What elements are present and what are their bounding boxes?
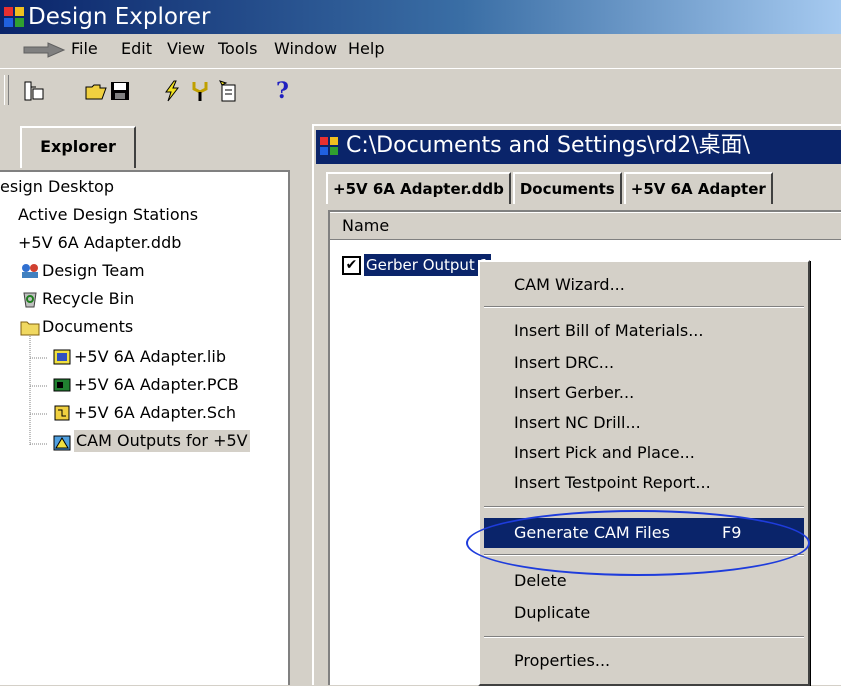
tree-item-documents[interactable]: Documents — [42, 316, 133, 338]
menu-bar: File Edit View Tools Window Help — [0, 34, 841, 64]
document-title-bar: C:\Documents and Settings\rd2\桌面\ — [316, 130, 841, 164]
context-menu: CAM Wizard... Insert Bill of Materials..… — [478, 260, 810, 686]
tree-item-pcb[interactable]: +5V 6A Adapter.PCB — [74, 374, 239, 396]
menu-item-label: Insert DRC... — [514, 353, 615, 372]
menu-tools[interactable]: Tools — [218, 39, 257, 59]
explorer-panel: Explorer esign Desktop Active Design Sta… — [0, 124, 300, 685]
menu-file[interactable]: File — [71, 39, 98, 59]
explorer-tree[interactable]: esign Desktop Active Design Stations +5V… — [0, 170, 290, 685]
schematic-icon — [54, 405, 70, 421]
menu-item-label: Insert Bill of Materials... — [514, 321, 704, 340]
column-header-name[interactable]: Name — [330, 212, 841, 240]
menu-item-properties[interactable]: Properties... — [484, 646, 804, 676]
menu-separator — [484, 506, 804, 508]
column-header-label: Name — [342, 216, 390, 235]
save-disk-icon[interactable] — [108, 79, 132, 103]
list-item-label: Gerber Output 1 — [364, 254, 492, 276]
menu-item-insert-nc-drill[interactable]: Insert NC Drill... — [484, 408, 804, 438]
menu-separator — [484, 306, 804, 308]
menu-item-label: Insert NC Drill... — [514, 413, 641, 432]
tree-item-design-desktop[interactable]: esign Desktop — [0, 176, 114, 198]
tree-item-label: Active Design Stations — [18, 205, 199, 224]
tree-item-design-team[interactable]: Design Team — [42, 260, 145, 282]
tree-item-label: +5V 6A Adapter.Sch — [74, 403, 237, 422]
tree-item-recycle-bin[interactable]: Recycle Bin — [42, 288, 134, 310]
menu-help[interactable]: Help — [348, 39, 384, 59]
toolbar: ? — [0, 68, 841, 117]
menu-item-label: Insert Gerber... — [514, 383, 635, 402]
menu-file-label: File — [71, 39, 98, 58]
tools-fork-icon[interactable] — [188, 79, 212, 103]
menu-item-label: Insert Pick and Place... — [514, 443, 695, 462]
menu-item-insert-drc[interactable]: Insert DRC... — [484, 348, 804, 378]
title-bar: Design Explorer — [0, 0, 841, 34]
menu-window-label: Window — [274, 39, 338, 58]
back-arrow-icon[interactable] — [22, 42, 66, 58]
tree-item-lib[interactable]: +5V 6A Adapter.lib — [74, 346, 226, 368]
menu-item-insert-testpoint[interactable]: Insert Testpoint Report... — [484, 468, 804, 498]
window-title: Design Explorer — [28, 4, 211, 30]
tree-item-label: +5V 6A Adapter.PCB — [74, 375, 239, 394]
tab-documents[interactable]: Documents — [512, 172, 622, 204]
tree-item-active-design-stations[interactable]: Active Design Stations — [18, 204, 198, 226]
menu-tools-label: Tools — [218, 39, 258, 58]
document-title: C:\Documents and Settings\rd2\桌面\ — [346, 133, 751, 158]
new-document-icon[interactable] — [216, 79, 240, 103]
document-tabs: +5V 6A Adapter.ddb Documents +5V 6A Adapte… — [326, 172, 775, 204]
tree-item-sch[interactable]: +5V 6A Adapter.Sch — [74, 402, 236, 424]
menu-item-label: Insert Testpoint Report... — [514, 473, 711, 492]
tree-item-label: +5V 6A Adapter.ddb — [18, 233, 182, 252]
library-icon — [53, 349, 71, 365]
menu-item-insert-pick-place[interactable]: Insert Pick and Place... — [484, 438, 804, 468]
tree-item-label: CAM Outputs for +5V — [76, 431, 248, 450]
lightning-icon[interactable] — [160, 79, 184, 103]
design-team-icon — [22, 264, 38, 278]
menu-edit[interactable]: Edit — [121, 39, 152, 59]
document-app-icon — [320, 137, 338, 155]
menu-item-label: Duplicate — [514, 603, 591, 622]
menu-item-cam-wizard[interactable]: CAM Wizard... — [484, 270, 804, 300]
folder-icon — [20, 321, 40, 336]
menu-window[interactable]: Window — [274, 39, 337, 59]
tree-item-ddb[interactable]: +5V 6A Adapter.ddb — [18, 232, 181, 254]
menu-item-duplicate[interactable]: Duplicate — [484, 598, 804, 628]
menu-view[interactable]: View — [167, 39, 205, 59]
tree-item-label: esign Desktop — [0, 177, 114, 196]
menu-item-label: Properties... — [514, 651, 611, 670]
tree-item-label: Design Team — [42, 261, 145, 280]
menu-item-insert-bom[interactable]: Insert Bill of Materials... — [484, 316, 804, 346]
tree-connectors — [29, 336, 48, 446]
help-question-icon[interactable]: ? — [276, 79, 300, 103]
menu-edit-label: Edit — [121, 39, 152, 58]
checkbox-icon[interactable]: ✔ — [342, 256, 361, 275]
toolbar-grip[interactable] — [4, 75, 9, 105]
pcb-icon — [53, 378, 71, 392]
design-manager-icon[interactable] — [22, 79, 46, 103]
tree-item-label: +5V 6A Adapter.lib — [74, 347, 226, 366]
tab-adapter[interactable]: +5V 6A Adapter — [623, 172, 773, 204]
app-icon — [4, 7, 24, 27]
tree-item-label: Documents — [42, 317, 134, 336]
menu-item-label: CAM Wizard... — [514, 275, 625, 294]
cam-outputs-icon — [53, 435, 71, 451]
recycle-bin-icon — [23, 292, 37, 308]
menu-help-label: Help — [348, 39, 385, 58]
menu-separator — [484, 636, 804, 638]
open-folder-icon[interactable] — [84, 79, 108, 103]
tree-item-cam-outputs[interactable]: CAM Outputs for +5V — [74, 430, 250, 452]
menu-view-label: View — [167, 39, 205, 58]
tab-explorer[interactable]: Explorer — [20, 126, 136, 168]
tab-ddb[interactable]: +5V 6A Adapter.ddb — [326, 172, 511, 204]
menu-item-insert-gerber[interactable]: Insert Gerber... — [484, 378, 804, 408]
tree-item-label: Recycle Bin — [42, 289, 135, 308]
highlight-ellipse — [466, 510, 810, 576]
